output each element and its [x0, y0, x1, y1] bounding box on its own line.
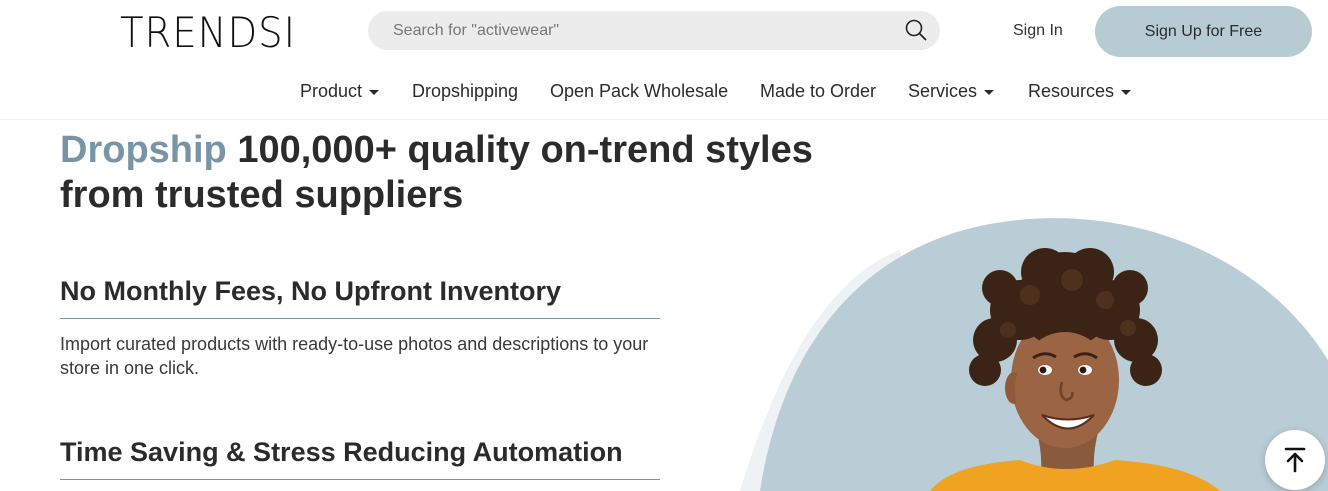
caret-down-icon [369, 90, 380, 95]
nav-item-label: Open Pack Wholesale [550, 81, 729, 101]
hero-title-line2: from trusted suppliers [60, 174, 464, 216]
scroll-to-top-button[interactable] [1265, 430, 1325, 490]
nav-item-product[interactable]: Product [300, 81, 380, 102]
feature-title: No Monthly Fees, No Upfront Inventory [60, 276, 660, 319]
feature-automation: Time Saving & Stress Reducing Automation [60, 437, 660, 480]
search-icon[interactable] [904, 18, 928, 42]
nav-item-label: Dropshipping [412, 81, 519, 101]
nav-item-services[interactable]: Services [908, 81, 995, 102]
nav-item-made-to-order[interactable]: Made to Order [760, 81, 876, 102]
nav-item-label: Resources [1028, 81, 1115, 101]
caret-down-icon [984, 90, 995, 95]
nav-item-label: Product [300, 81, 363, 101]
feature-no-fees: No Monthly Fees, No Upfront Inventory Im… [60, 276, 660, 380]
main-nav: Product Dropshipping Open Pack Wholesale… [0, 81, 1328, 103]
nav-item-label: Made to Order [760, 81, 877, 101]
hero-title: Dropship 100,000+ quality on-trend style… [60, 128, 860, 218]
search-bar[interactable]: Search for "activewear" [368, 11, 940, 50]
search-input[interactable]: Search for "activewear" [393, 22, 559, 40]
nav-item-resources[interactable]: Resources [1028, 81, 1132, 102]
site-header: TRENDSI Search for "activewear" Sign In … [0, 0, 1328, 120]
logo[interactable]: TRENDSI [120, 8, 296, 57]
hero-title-line1: 100,000+ quality on-trend styles [226, 129, 813, 171]
sign-up-button[interactable]: Sign Up for Free [1095, 6, 1312, 57]
feature-title: Time Saving & Stress Reducing Automation [60, 437, 660, 480]
hero-model-illustration [740, 218, 1328, 491]
caret-down-icon [1121, 90, 1132, 95]
hero-title-accent: Dropship [60, 129, 227, 171]
nav-item-label: Services [908, 81, 978, 101]
arrow-up-to-top-icon [1284, 447, 1306, 473]
nav-item-open-pack-wholesale[interactable]: Open Pack Wholesale [550, 81, 728, 102]
nav-item-dropshipping[interactable]: Dropshipping [412, 81, 518, 102]
sign-in-link[interactable]: Sign In [1013, 22, 1063, 40]
feature-description: Import curated products with ready-to-us… [60, 334, 649, 378]
